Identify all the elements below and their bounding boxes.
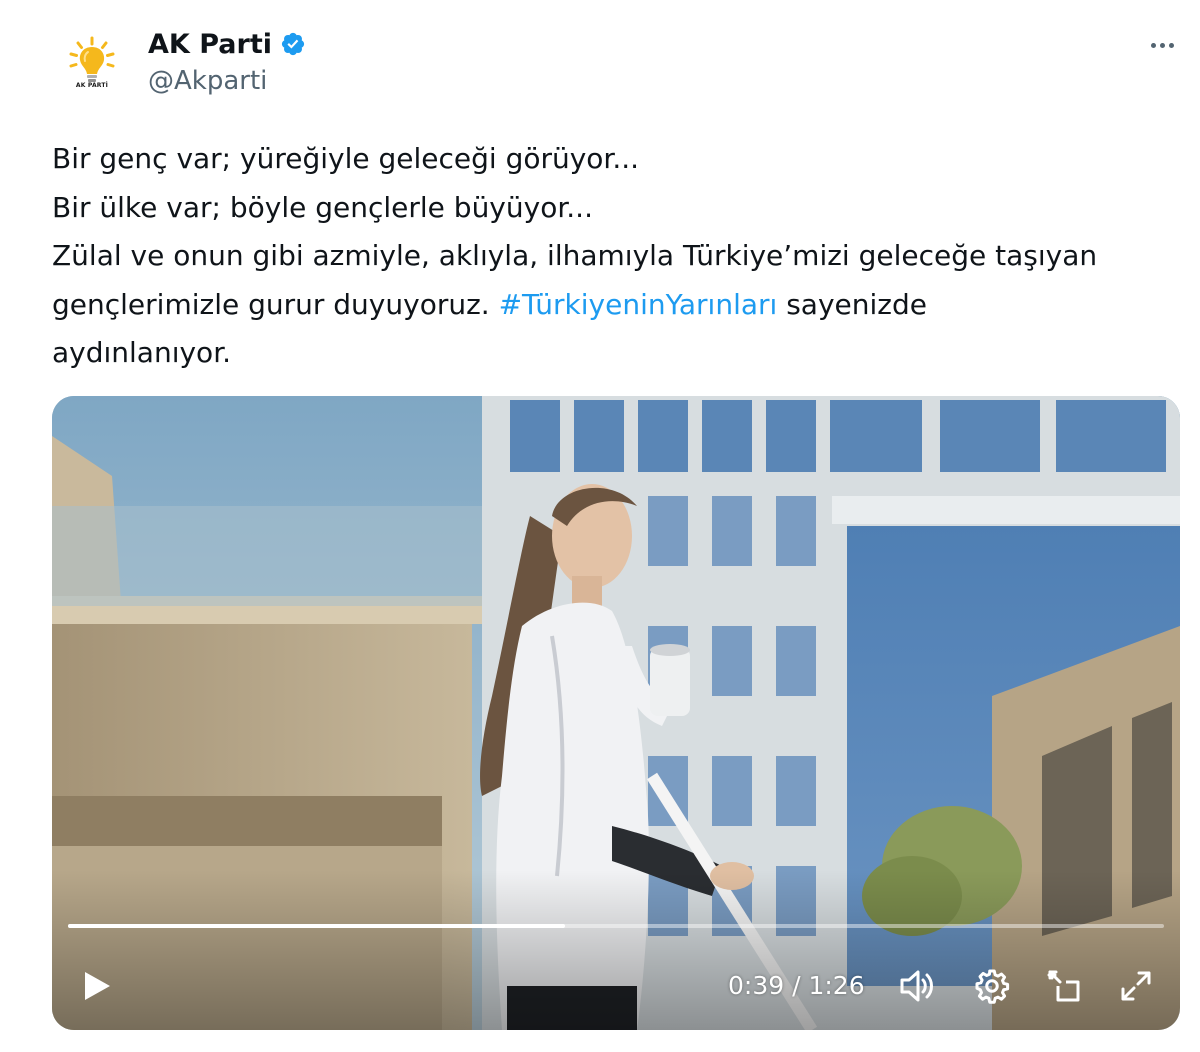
more-dot <box>1159 42 1165 48</box>
author-display-name[interactable]: AK Parti <box>148 29 272 60</box>
hashtag-link[interactable]: #TürkiyeninYarınları <box>499 288 778 321</box>
time-separator: / <box>784 971 809 1000</box>
time-display: 0:39 / 1:26 <box>728 964 865 1008</box>
progress-fill <box>68 924 566 928</box>
tweet-text-segment: gençlerimizle gurur duyuyoruz. <box>52 287 499 321</box>
tweet-line: Bir genç var; yüreğiyle geleceği görüyor… <box>52 142 640 175</box>
tweet-text: Bir genç var; yüreğiyle geleceği görüyor… <box>52 135 1187 378</box>
duration: 1:26 <box>808 971 865 1000</box>
volume-icon[interactable] <box>896 964 940 1008</box>
author-handle[interactable]: @Akparti <box>148 66 267 96</box>
logo-text: AK PARTİ <box>75 81 109 89</box>
progress-bar[interactable] <box>68 924 1164 928</box>
fullscreen-icon[interactable] <box>1114 964 1158 1008</box>
more-options-icon[interactable] <box>1142 30 1182 60</box>
current-time: 0:39 <box>728 971 785 1000</box>
video-player[interactable]: 0:39 / 1:26 <box>52 396 1180 1030</box>
tweet-line: Bir ülke var; böyle gençlerle büyüyor... <box>52 190 593 224</box>
more-dot <box>1168 42 1174 48</box>
tweet-line: Zülal ve onun gibi azmiyle, aklıyla, ilh… <box>52 239 1098 272</box>
play-icon[interactable] <box>74 966 120 1006</box>
lightbulb-logo-icon <box>69 36 115 82</box>
settings-gear-icon[interactable] <box>970 964 1014 1008</box>
picture-in-picture-icon[interactable] <box>1042 964 1086 1008</box>
avatar[interactable]: AK PARTİ <box>58 28 126 96</box>
tweet-line: aydınlanıyor. <box>52 336 232 369</box>
author-name-row: AK Parti <box>148 24 306 64</box>
tweet-text-segment: sayenizde <box>777 287 927 321</box>
more-dot <box>1150 42 1156 48</box>
verified-badge-icon <box>281 32 305 56</box>
tweet-line: gençlerimizle gurur duyuyoruz. #Türkiyen… <box>52 281 1187 330</box>
